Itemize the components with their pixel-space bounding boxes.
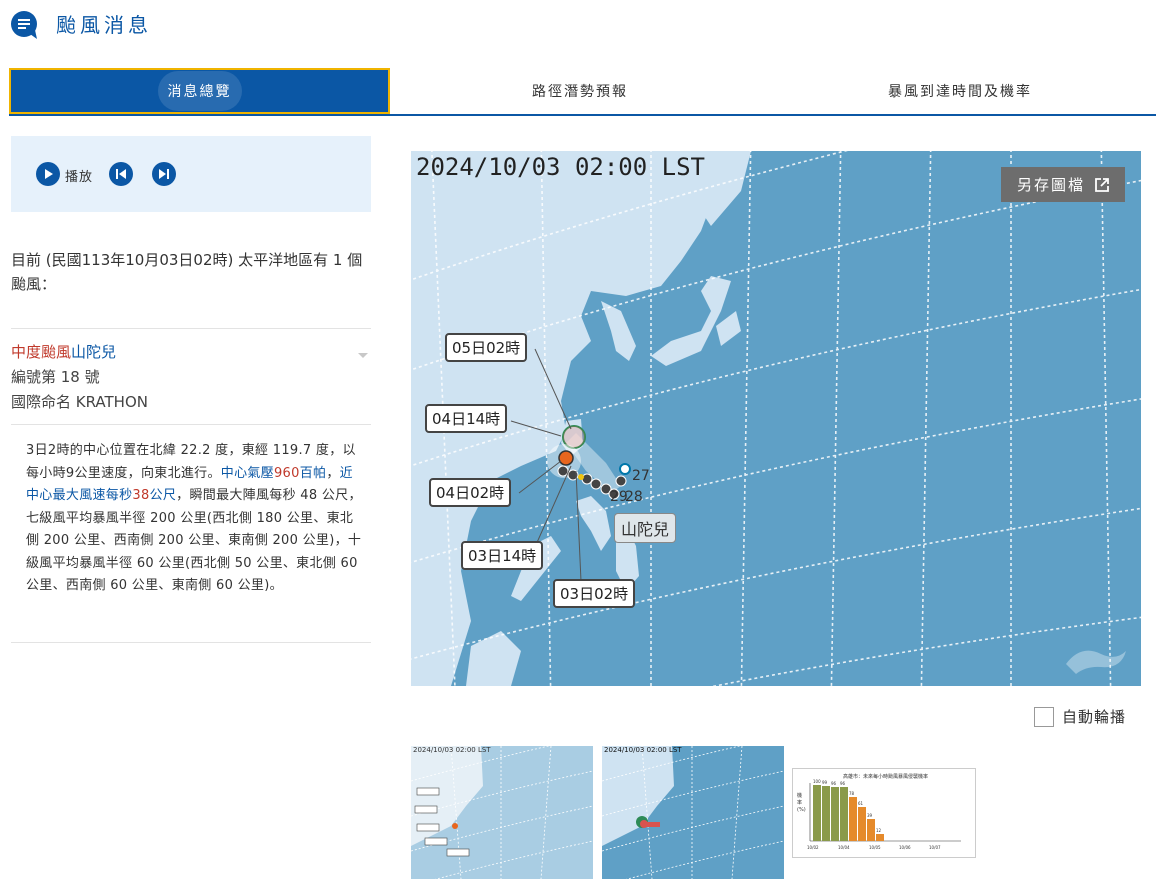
- probability-value-6: 61: [858, 801, 864, 806]
- next-button[interactable]: [152, 162, 176, 186]
- wind-unit: 公尺: [149, 488, 177, 503]
- save-image-label: 另存圖檔: [1016, 176, 1085, 194]
- previous-button[interactable]: [109, 162, 133, 186]
- skip-forward-icon: [159, 169, 169, 179]
- map-label-03-02: 03日02時: [553, 579, 636, 608]
- probability-xlabel-4: 10/06: [899, 845, 911, 850]
- probability-value-8: 12: [876, 828, 882, 833]
- play-button[interactable]: [36, 162, 60, 186]
- chevron-down-icon[interactable]: [357, 345, 369, 364]
- tab-overview-label: 消息總覽: [157, 71, 242, 111]
- track-number-27: 27: [632, 468, 650, 484]
- skip-back-icon: [116, 169, 126, 179]
- auto-play-checkbox[interactable]: [1034, 707, 1054, 727]
- thumbnail-probability-chart[interactable]: 高雄市：未來每小時颱風暴風侵襲機率 機率(%) 100 99 96 96 78 …: [792, 768, 976, 858]
- typhoon-number: 編號第 18 號: [11, 368, 100, 386]
- thumbnail-track-map-graphic: [411, 746, 593, 879]
- page-title: 颱風消息: [56, 13, 152, 37]
- probability-xlabel-2: 10/04: [838, 845, 850, 850]
- external-link-icon: [1095, 177, 1109, 192]
- map-label-05-02: 05日02時: [445, 333, 528, 362]
- wind-value: 38: [132, 488, 150, 503]
- cwa-logo-icon: [1061, 639, 1131, 683]
- probability-value-2: 99: [822, 780, 828, 785]
- typhoon-intensity: 中度颱風: [11, 343, 72, 361]
- divider: [11, 424, 371, 425]
- probability-value-3: 96: [831, 781, 837, 786]
- tab-overview[interactable]: 消息總覽: [9, 68, 390, 114]
- tab-storm-arrival[interactable]: 暴風到達時間及機率: [770, 68, 1150, 114]
- map-timestamp: 2024/10/03 02:00 LST: [416, 153, 705, 181]
- typhoon-track-map: 2024/10/03 02:00 LST 05日02時 04日14時 04日02…: [411, 151, 1141, 686]
- pressure-label: 中心氣壓: [220, 465, 274, 481]
- thumbnail-radar-map-graphic: [602, 746, 784, 879]
- thumbnail-track-map-time: 2024/10/03 02:00 LST: [413, 746, 491, 754]
- status-summary: 目前 (民國113年10月03日02時) 太平洋地區有 1 個颱風：: [11, 251, 363, 293]
- probability-value-1: 100: [813, 779, 821, 784]
- tab-track-forecast-label: 路徑潛勢預報: [532, 84, 628, 100]
- tab-track-forecast[interactable]: 路徑潛勢預報: [390, 68, 770, 114]
- divider: [11, 328, 371, 329]
- pressure-unit: 百帕: [299, 465, 327, 481]
- detail-comma: ，: [326, 465, 340, 481]
- play-icon: [45, 169, 53, 179]
- typhoon-detail: 3日2時的中心位置在北緯 22.2 度，東經 119.7 度，以每小時9公里速度…: [26, 440, 366, 598]
- tab-storm-arrival-label: 暴風到達時間及機率: [888, 84, 1032, 100]
- probability-value-5: 78: [849, 791, 855, 796]
- save-image-button[interactable]: 另存圖檔: [1001, 167, 1125, 202]
- divider: [11, 642, 371, 643]
- chat-list-icon: [10, 10, 40, 40]
- thumbnail-track-map[interactable]: 2024/10/03 02:00 LST: [411, 746, 593, 879]
- auto-play-label[interactable]: 自動輪播: [1062, 706, 1126, 727]
- play-label[interactable]: 播放: [65, 166, 93, 185]
- pressure-value: 960: [273, 465, 300, 481]
- thumbnail-radar-map-time: 2024/10/03 02:00 LST: [604, 746, 682, 754]
- typhoon-name: 山陀兒: [71, 343, 117, 361]
- probability-value-4: 96: [840, 781, 846, 786]
- player-panel: 播放: [11, 136, 371, 212]
- map-label-04-02: 04日02時: [429, 478, 512, 507]
- probability-xlabel-1: 10/02: [807, 845, 819, 850]
- typhoon-intl-name: 國際命名 KRATHON: [11, 393, 148, 411]
- probability-xlabel-5: 10/07: [929, 845, 941, 850]
- thumbnail-radar-map[interactable]: 2024/10/03 02:00 LST: [602, 746, 784, 879]
- map-label-04-14: 04日14時: [425, 404, 508, 433]
- typhoon-summary[interactable]: 中度颱風山陀兒 編號第 18 號 國際命名 KRATHON: [11, 340, 371, 415]
- map-graphic: [411, 151, 1141, 686]
- detail-radius: ，瞬間最大陣風每秒 48 公尺，七級風平均暴風半徑 200 公里(西北側 180…: [26, 488, 362, 593]
- probability-xlabel-3: 10/05: [869, 845, 881, 850]
- storm-name-label: 山陀兒: [614, 513, 677, 543]
- track-number-29: 29: [610, 489, 628, 505]
- map-label-03-14: 03日14時: [461, 541, 544, 570]
- probability-value-7: 39: [867, 813, 873, 818]
- tab-underline: [9, 114, 1156, 116]
